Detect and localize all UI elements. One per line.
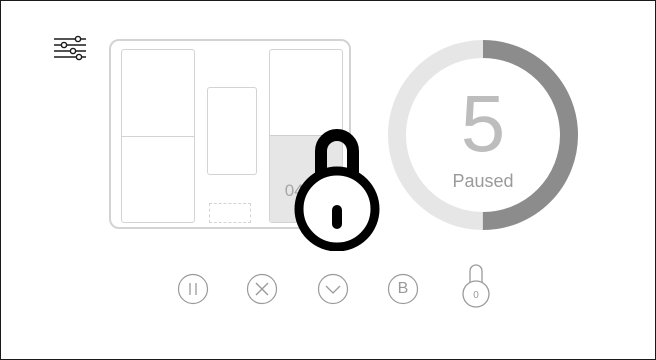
middle-panel — [207, 87, 257, 175]
progress-value: 5 — [460, 79, 506, 168]
cancel-button[interactable] — [246, 273, 278, 305]
dispenser-outline — [209, 203, 251, 223]
lock-icon — [462, 264, 490, 308]
left-door-panel — [121, 49, 195, 223]
app-frame: 04:35 5 Paused B 0 — [0, 0, 656, 360]
b-button[interactable]: B — [387, 273, 419, 305]
panel-divider — [122, 136, 194, 137]
chevron-down-button[interactable] — [317, 273, 349, 305]
b-button-label: B — [397, 280, 409, 297]
settings-sliders-icon[interactable] — [53, 35, 87, 61]
lock-icon — [294, 129, 380, 251]
child-lock-button[interactable]: 0 — [459, 259, 493, 309]
lock-count: 0 — [473, 290, 479, 301]
pause-button[interactable] — [177, 273, 209, 305]
progress-status: Paused — [452, 171, 514, 191]
